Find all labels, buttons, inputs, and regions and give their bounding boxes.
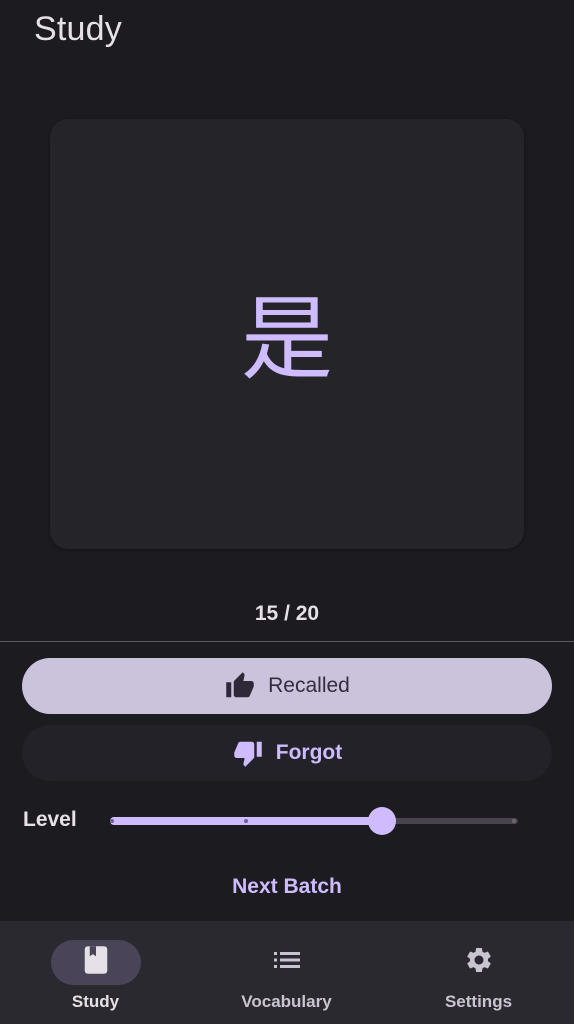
progress-counter: 15 / 20 <box>254 602 320 625</box>
nav-item-study[interactable]: Study <box>0 921 191 1024</box>
nav-label-study: Study <box>71 992 120 1011</box>
nav-item-settings[interactable]: Settings <box>383 921 574 1024</box>
book-icon <box>83 945 109 980</box>
nav-item-vocabulary[interactable]: Vocabulary <box>191 921 382 1024</box>
forgot-label: Forgot <box>275 741 343 764</box>
nav-label-settings: Settings <box>444 992 513 1011</box>
level-label: Level <box>23 808 77 831</box>
card-character: 是 <box>240 286 333 393</box>
recalled-label: Recalled <box>268 674 350 697</box>
nav-icon-container <box>434 940 524 985</box>
divider <box>0 641 574 642</box>
next-batch-button[interactable]: Next Batch <box>0 875 574 899</box>
slider-tick-mark <box>512 819 516 823</box>
level-slider[interactable] <box>110 806 518 836</box>
page-title: Study <box>34 10 122 48</box>
slider-tick-mark <box>110 819 114 823</box>
list-icon <box>273 949 301 976</box>
thumb-up-icon <box>224 671 256 701</box>
slider-thumb[interactable] <box>368 807 396 835</box>
bottom-navigation: Study Vocabulary Settings <box>0 921 574 1024</box>
slider-tick-mark <box>243 819 248 823</box>
recalled-button[interactable]: Recalled <box>22 658 552 714</box>
thumb-down-icon <box>232 738 264 768</box>
nav-icon-container <box>242 940 332 985</box>
nav-label-vocabulary: Vocabulary <box>241 992 332 1011</box>
nav-active-indicator <box>50 940 141 985</box>
study-screen: Study 是 15 / 20 Recalled Forgot Level Ne… <box>0 0 574 1024</box>
flashcard[interactable]: 是 <box>50 119 524 549</box>
forgot-button[interactable]: Forgot <box>22 725 552 781</box>
gear-icon <box>464 945 494 980</box>
